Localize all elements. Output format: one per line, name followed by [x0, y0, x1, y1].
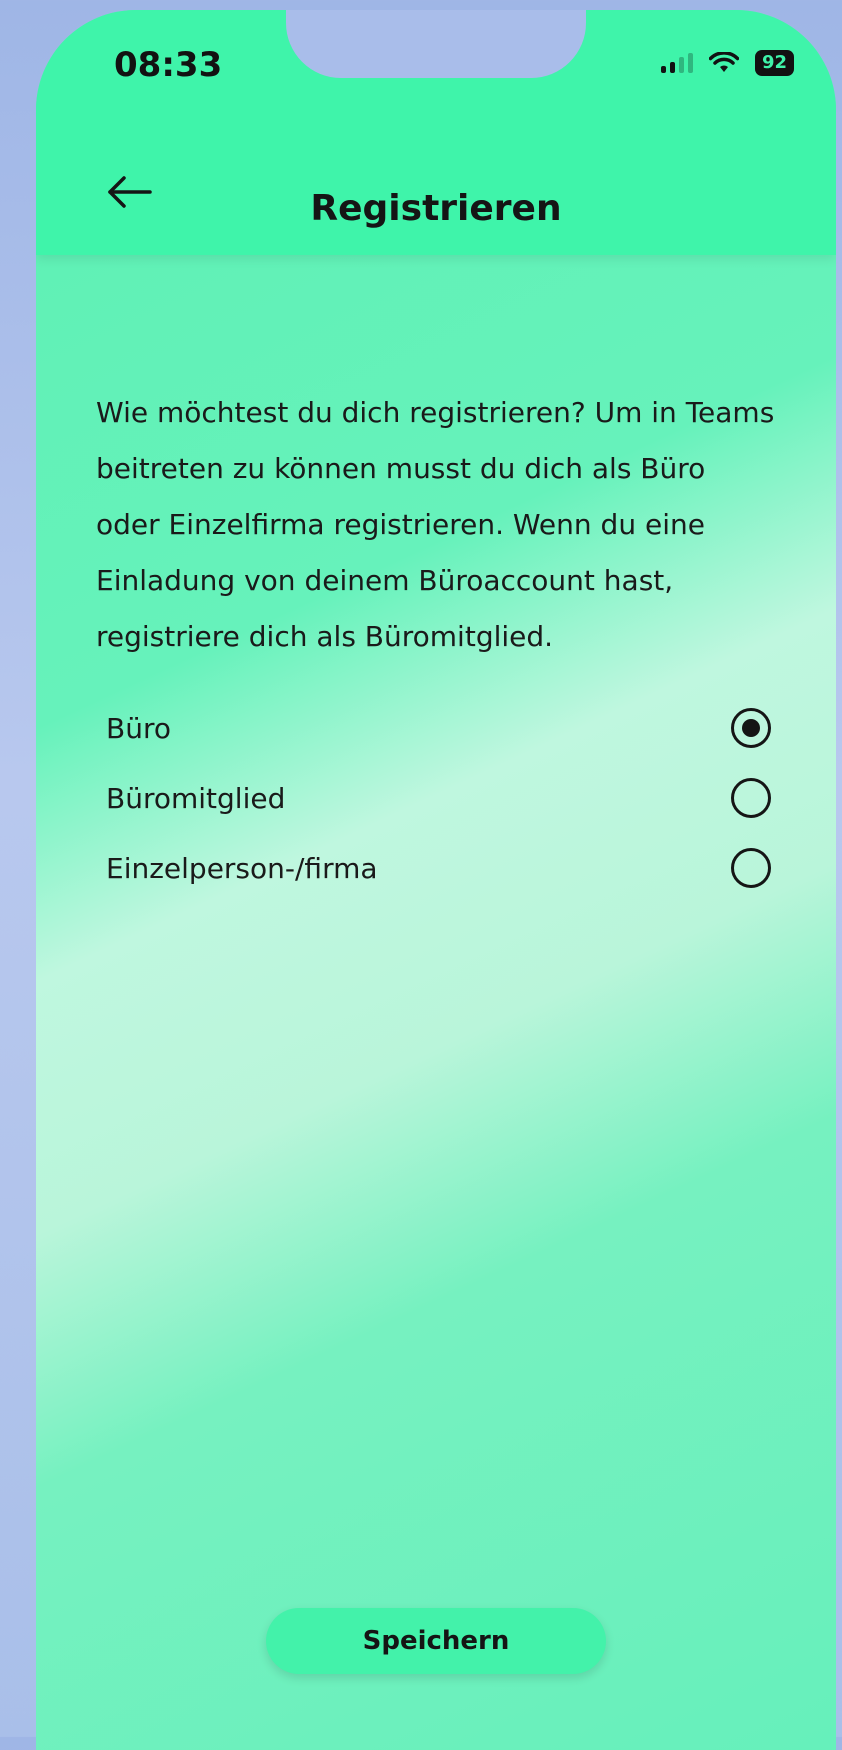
option-label: Einzelperson-/firma — [106, 851, 378, 885]
phone-screen: 08:33 92 Registrieren Wie möchtest du di… — [36, 10, 836, 1750]
cellular-signal-icon — [660, 53, 693, 73]
option-label: Büro — [106, 711, 171, 745]
registration-content: Wie möchtest du dich registrieren? Um in… — [96, 385, 776, 903]
option-buero[interactable]: Büro — [96, 693, 776, 763]
option-bueromitglied[interactable]: Büromitglied — [96, 763, 776, 833]
registration-type-options: Büro Büromitglied Einzelperson-/firma — [96, 693, 776, 903]
status-indicators: 92 — [660, 50, 794, 76]
radio-checked-icon[interactable] — [731, 708, 771, 748]
wifi-icon — [708, 52, 739, 72]
save-button[interactable]: Speichern — [266, 1608, 606, 1674]
intro-text: Wie möchtest du dich registrieren? Um in… — [96, 396, 775, 653]
option-einzelperson[interactable]: Einzelperson-/firma — [96, 833, 776, 903]
status-time: 08:33 — [114, 45, 223, 85]
radio-unchecked-icon[interactable] — [731, 848, 771, 888]
phone-notch — [286, 10, 586, 78]
battery-indicator: 92 — [754, 50, 794, 76]
page-title: Registrieren — [310, 188, 562, 229]
radio-unchecked-icon[interactable] — [731, 778, 771, 818]
option-label: Büromitglied — [106, 781, 286, 815]
